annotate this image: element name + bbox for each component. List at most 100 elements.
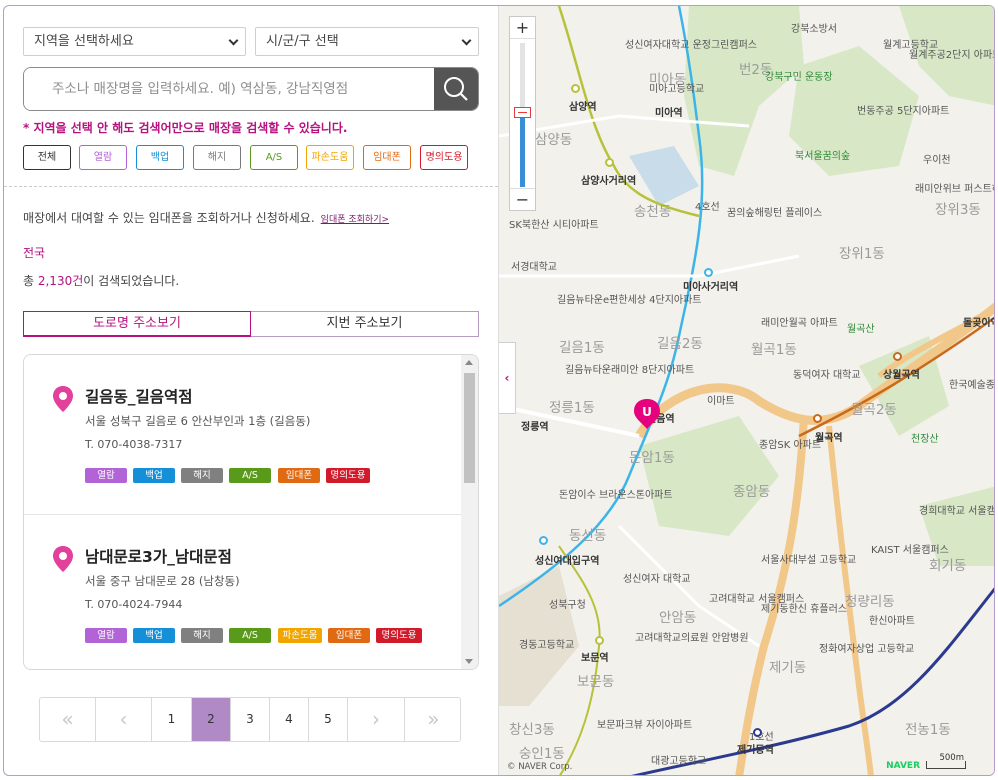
map-label-poi: 우이천 bbox=[923, 155, 951, 166]
scroll-thumb[interactable] bbox=[464, 373, 475, 483]
service-tag: A/S bbox=[229, 628, 271, 643]
store-name[interactable]: 남대문로3가_남대문점 bbox=[85, 545, 232, 567]
filter-chip[interactable]: 파손도움 bbox=[306, 145, 354, 170]
region-select[interactable]: 지역을 선택하세요 bbox=[23, 27, 246, 56]
map-label-poi: 강북구민 운동장 bbox=[765, 72, 833, 83]
subway-station-marker[interactable] bbox=[605, 158, 614, 167]
page-button[interactable]: 1 bbox=[152, 698, 192, 741]
scroll-down-arrow[interactable] bbox=[465, 659, 473, 664]
filter-chip[interactable]: 해지 bbox=[193, 145, 241, 170]
subway-station-marker[interactable] bbox=[595, 636, 604, 645]
subway-station-marker[interactable] bbox=[813, 414, 822, 423]
map-label-poi: 고려대학교의료원 안암병원 bbox=[635, 633, 749, 644]
map-label-poi: 제기동한신 휴플러스 bbox=[761, 604, 847, 615]
store-locator: 지역을 선택하세요 시/군/구 선택 * 지역을 선택 안 해도 검색어만으로 … bbox=[3, 5, 995, 776]
map-label-poi: 래미안위브 퍼스트하이 bbox=[915, 184, 994, 195]
service-tag: 명의도용 bbox=[376, 628, 422, 643]
subway-station-marker[interactable] bbox=[571, 84, 580, 93]
search-button[interactable] bbox=[434, 68, 478, 110]
subway-station-marker[interactable] bbox=[753, 728, 762, 737]
map-label-station: 정릉역 bbox=[521, 422, 549, 433]
map-view[interactable]: 삼양동 송천동 번2동 미아동 장위1동 장위3동 길음1동 길음2동 월곡1동… bbox=[498, 6, 994, 775]
store-name[interactable]: 길음동_길음역점 bbox=[85, 385, 193, 407]
first-page-button[interactable]: « bbox=[40, 698, 96, 741]
map-label-poi: 성북구청 bbox=[549, 600, 586, 611]
service-tag: 열람 bbox=[85, 628, 127, 643]
chevron-down-icon bbox=[228, 35, 239, 46]
search-box bbox=[23, 67, 479, 111]
map-label-district: 청량리동 bbox=[845, 594, 895, 610]
map-label-district: 장위1동 bbox=[839, 246, 885, 262]
search-icon bbox=[444, 77, 468, 101]
next-page-button[interactable]: › bbox=[348, 698, 405, 741]
filter-chip[interactable]: 백업 bbox=[136, 145, 184, 170]
zoom-slider-handle[interactable] bbox=[514, 107, 531, 118]
service-tag: 백업 bbox=[133, 468, 175, 483]
zoom-control: + − bbox=[509, 16, 536, 211]
map-label-district: 삼양동 bbox=[535, 132, 573, 148]
chevron-down-icon bbox=[461, 35, 472, 46]
store-item[interactable]: 남대문로3가_남대문점 서울 중구 남대문로 28 (남창동) T. 070-4… bbox=[24, 515, 461, 669]
map-label-poi: 길음뉴타운e편한세상 4단지아파트 bbox=[557, 295, 702, 306]
map-label-district: 정릉1동 bbox=[549, 400, 595, 416]
map-label-poi: 래미안월곡 아파트 bbox=[761, 318, 838, 329]
map-label-station: 미아역 bbox=[655, 108, 683, 119]
map-label-poi: 경동고등학교 bbox=[519, 640, 575, 651]
collapse-panel-button[interactable]: ‹ bbox=[499, 342, 516, 414]
filter-chip[interactable]: 명의도용 bbox=[420, 145, 468, 170]
scroll-up-arrow[interactable] bbox=[465, 360, 473, 365]
page-button[interactable]: 3 bbox=[231, 698, 270, 741]
subway-station-marker[interactable] bbox=[893, 352, 902, 361]
map-label-park: 천장산 bbox=[911, 434, 939, 445]
map-label-poi: 종암SK 아파트 bbox=[759, 440, 822, 451]
page-button-current[interactable]: 2 bbox=[192, 698, 231, 741]
map-label-poi: 대광고등학교 bbox=[651, 756, 707, 767]
map-label-poi: 한신아파트 bbox=[869, 616, 915, 627]
prev-page-button[interactable]: ‹ bbox=[96, 698, 152, 741]
zoom-in-button[interactable]: + bbox=[510, 17, 535, 39]
district-select-value: 시/군/구 선택 bbox=[266, 34, 339, 49]
map-label-district: 장위3동 bbox=[935, 202, 981, 218]
filter-chip[interactable]: A/S bbox=[250, 145, 298, 170]
result-count-number: 2,130건 bbox=[37, 274, 84, 288]
page-button[interactable]: 5 bbox=[309, 698, 348, 741]
divider bbox=[4, 186, 498, 187]
service-tag: 임대폰 bbox=[328, 628, 370, 643]
district-select[interactable]: 시/군/구 선택 bbox=[255, 27, 479, 56]
subway-station-marker[interactable] bbox=[704, 268, 713, 277]
search-input[interactable] bbox=[24, 68, 432, 110]
map-label-poi: 번동주공 5단지아파트 bbox=[857, 106, 950, 117]
subway-station-marker[interactable] bbox=[539, 536, 548, 545]
rental-lookup-link[interactable]: 임대폰 조회하기> bbox=[321, 215, 389, 225]
last-page-button[interactable]: » bbox=[405, 698, 460, 741]
map-label-poi: 강북소방서 bbox=[791, 24, 837, 35]
map-label-park: 월곡산 bbox=[847, 324, 875, 335]
list-scrollbar[interactable] bbox=[461, 355, 478, 669]
page-button[interactable]: 4 bbox=[270, 698, 309, 741]
service-tag: 해지 bbox=[181, 468, 223, 483]
map-label-district: 길음1동 bbox=[559, 340, 605, 356]
map-label-district: 종암동 bbox=[733, 484, 771, 500]
map-label-district: 동선동 bbox=[569, 528, 607, 544]
store-marker-icon[interactable]: U bbox=[633, 398, 661, 430]
tab-road-address[interactable]: 도로명 주소보기 bbox=[23, 311, 251, 337]
map-label-poi: 보문파크뷰 자이아파트 bbox=[597, 720, 693, 731]
pagination: « ‹ 1 2 3 4 5 › » bbox=[39, 697, 461, 742]
filter-chip[interactable]: 임대폰 bbox=[363, 145, 411, 170]
map-label-station: 돌곶이역 bbox=[963, 318, 994, 329]
map-label-poi: 서경대학교 bbox=[511, 262, 557, 273]
service-tag: 열람 bbox=[85, 468, 127, 483]
zoom-slider-fill bbox=[520, 117, 525, 187]
store-address: 서울 성북구 길음로 6 안산부인과 1층 (길음동) bbox=[85, 414, 311, 428]
naver-logo[interactable]: NAVER bbox=[886, 761, 920, 771]
store-item[interactable]: 길음동_길음역점 서울 성북구 길음로 6 안산부인과 1층 (길음동) T. … bbox=[24, 355, 461, 515]
map-label-district: 길음2동 bbox=[657, 336, 703, 352]
map-label-poi: 동덕여자 대학교 bbox=[793, 370, 861, 381]
zoom-out-button[interactable]: − bbox=[510, 188, 535, 210]
selected-region: 전국 bbox=[23, 246, 46, 260]
filter-chip[interactable]: 열람 bbox=[79, 145, 127, 170]
filter-chip[interactable]: 전체 bbox=[23, 145, 71, 170]
tab-lot-address[interactable]: 지번 주소보기 bbox=[251, 311, 479, 337]
map-label-poi: 돈암이수 브라운스톤아파트 bbox=[559, 490, 673, 501]
map-label-district: 회기동 bbox=[929, 558, 967, 574]
